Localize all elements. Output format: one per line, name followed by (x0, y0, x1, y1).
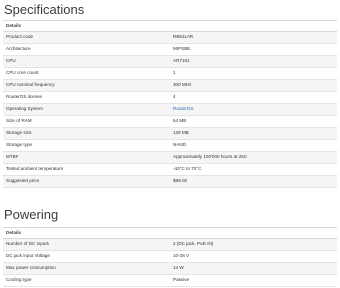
table-row: Max power consumption 14 W (3, 262, 337, 275)
table-row: CPU nominal frequency 300 MHz (3, 79, 337, 92)
row-label: Suggested price (3, 175, 170, 188)
row-label: Tested ambient temperature (3, 163, 170, 176)
table-header-row: Details (3, 227, 337, 239)
row-value: 1 (170, 67, 337, 80)
row-label: DC jack input Voltage (3, 250, 170, 263)
specifications-heading: Specifications (4, 2, 85, 17)
specifications-table: Details Product code RB911AR Architecture M… (3, 20, 337, 188)
row-value: 300 MHz (170, 79, 337, 92)
row-value: NAND (170, 139, 337, 152)
row-value: RB911AR (170, 31, 337, 44)
table-row: Suggested price $99.00 (3, 175, 337, 188)
row-label: CPU (3, 55, 170, 68)
table-header-row: Details (3, 20, 337, 32)
table-row: Product code RB911AR (3, 31, 337, 44)
row-value: 10-28 V (170, 250, 337, 263)
row-value: 64 MB (170, 115, 337, 128)
row-label: Max power consumption (3, 262, 170, 275)
row-label: Storage size (3, 127, 170, 140)
row-label: Product code (3, 31, 170, 44)
table-row: DC jack input Voltage 10-28 V (3, 250, 337, 263)
row-value: Passive (170, 274, 337, 287)
row-label: Size of RAM (3, 115, 170, 128)
row-label: MTBF (3, 151, 170, 164)
table-row: Storage type NAND (3, 139, 337, 152)
powering-heading: Powering (4, 207, 59, 222)
table-row: MTBF Approximately 100'000 hours at 25C (3, 151, 337, 164)
row-value-link[interactable]: RouterOS (170, 103, 337, 116)
table-row: Operating System RouterOS (3, 103, 337, 116)
row-label: Operating System (3, 103, 170, 116)
row-value: 4 (170, 91, 337, 104)
table-row: Storage size 128 MB (3, 127, 337, 140)
table-row: Architecture MIPSBE (3, 43, 337, 56)
details-header: Details (3, 20, 337, 32)
row-label: Architecture (3, 43, 170, 56)
row-label: CPU core count (3, 67, 170, 80)
row-value: -40°C to 70°C (170, 163, 337, 176)
table-row: CPU core count 1 (3, 67, 337, 80)
table-row: Size of RAM 64 MB (3, 115, 337, 128)
row-value: MIPSBE (170, 43, 337, 56)
powering-table: Details Number of DC inputs 2 (DC jack, P… (3, 227, 337, 287)
row-value: $99.00 (170, 175, 337, 188)
row-value: Approximately 100'000 hours at 25C (170, 151, 337, 164)
details-header: Details (3, 227, 337, 239)
row-label: Storage type (3, 139, 170, 152)
row-label: Number of DC inputs (3, 238, 170, 251)
table-row: RouterOS license 4 (3, 91, 337, 104)
row-value: 128 MB (170, 127, 337, 140)
row-value: 14 W (170, 262, 337, 275)
row-label: RouterOS license (3, 91, 170, 104)
row-value: 2 (DC jack, PoE-IN) (170, 238, 337, 251)
row-value: AR7161 (170, 55, 337, 68)
table-row: CPU AR7161 (3, 55, 337, 68)
table-row: Number of DC inputs 2 (DC jack, PoE-IN) (3, 238, 337, 251)
table-row: Tested ambient temperature -40°C to 70°C (3, 163, 337, 176)
row-label: Cooling type (3, 274, 170, 287)
row-label: CPU nominal frequency (3, 79, 170, 92)
table-row: Cooling type Passive (3, 274, 337, 287)
